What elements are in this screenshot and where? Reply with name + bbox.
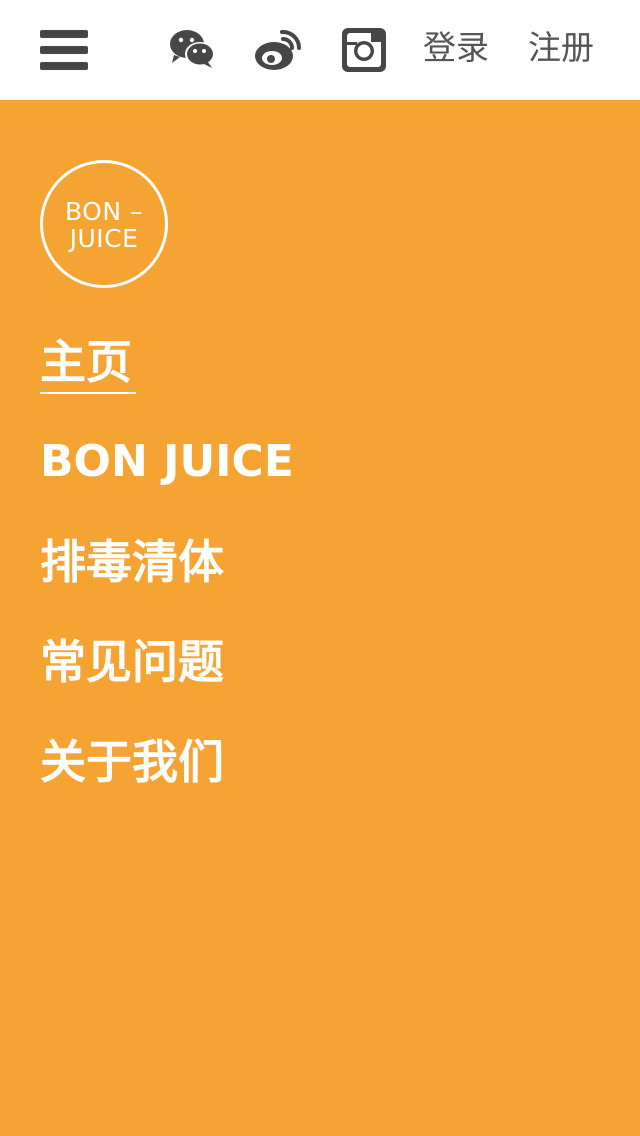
register-link[interactable]: 注册 (528, 26, 594, 70)
wechat-icon[interactable] (166, 24, 218, 76)
hamburger-line-top (40, 30, 88, 38)
nav-item-bon-juice[interactable]: BON JUICE (40, 432, 294, 492)
nav-item-label: 排毒清体 (40, 535, 224, 589)
active-underline (40, 392, 136, 394)
nav-item-label: 常见问题 (40, 635, 224, 689)
login-link[interactable]: 登录 (423, 26, 489, 70)
nav-item-detox[interactable]: 排毒清体 (40, 532, 224, 592)
nav-item-label: 关于我们 (40, 735, 224, 789)
nav-item-label: BON JUICE (40, 436, 294, 487)
nav-item-faq[interactable]: 常见问题 (40, 632, 224, 692)
mobile-menu-page: 登录 注册 BON – JUICE 主页 BON JUICE 排毒清体 常见问题… (0, 0, 640, 1136)
bon-juice-logo[interactable]: BON – JUICE (40, 160, 168, 288)
top-bar: 登录 注册 (0, 0, 640, 100)
nav-item-about-us[interactable]: 关于我们 (40, 732, 224, 792)
hamburger-line-bottom (40, 62, 88, 70)
nav-item-home[interactable]: 主页 (40, 332, 136, 394)
logo-text-line1: BON – (64, 197, 144, 226)
logo-text-line2: JUICE (69, 224, 139, 253)
hamburger-line-middle (40, 46, 88, 54)
instagram-icon[interactable] (340, 26, 388, 74)
nav-item-label: 主页 (40, 335, 132, 389)
hamburger-menu-icon[interactable] (40, 30, 88, 70)
weibo-icon[interactable] (252, 24, 304, 76)
